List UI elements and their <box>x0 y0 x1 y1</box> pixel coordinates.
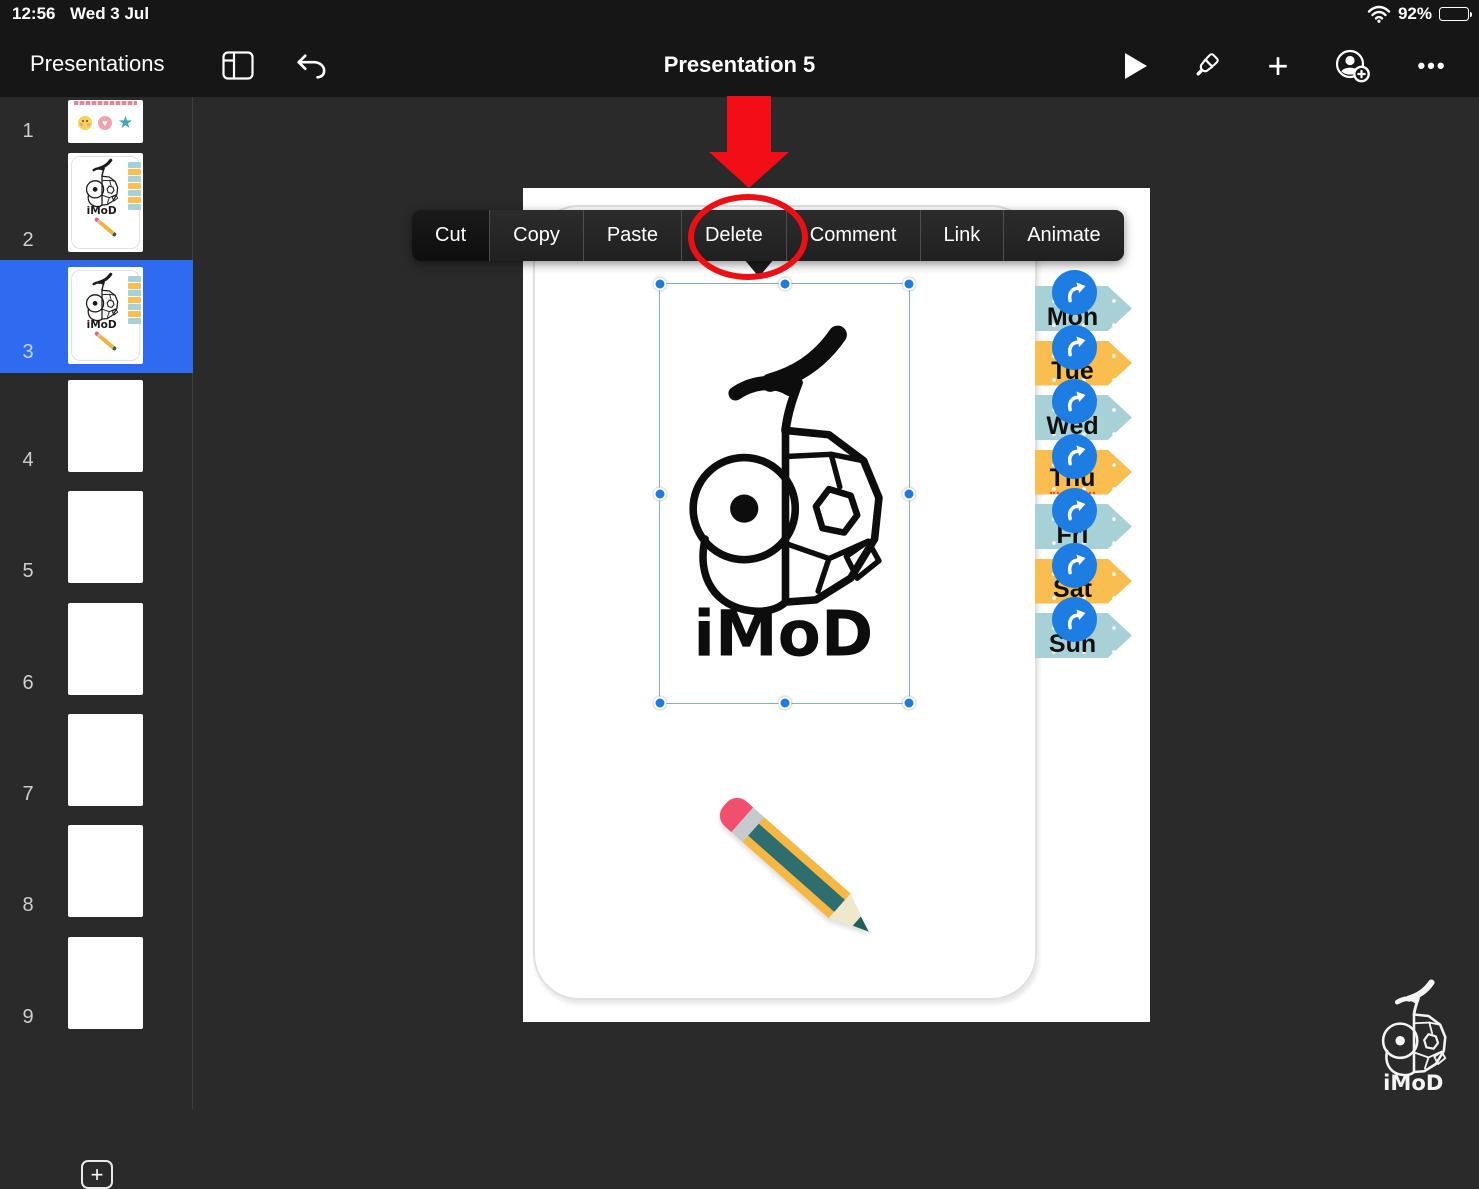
menu-item-copy[interactable]: Copy <box>490 210 584 261</box>
animation-arrow-icon[interactable] <box>1052 488 1097 533</box>
day-tag-sun[interactable]: Sun <box>1035 597 1155 658</box>
slide-number-9: 9 <box>22 1006 34 1028</box>
slide-thumbnail-3[interactable] <box>68 267 143 364</box>
animation-arrow-icon[interactable] <box>1052 542 1097 588</box>
animation-arrow-icon[interactable] <box>1052 433 1097 479</box>
top-bar: 12:56 Wed 3 Jul 92% Presentations Presen… <box>0 0 1479 97</box>
undo-icon[interactable] <box>292 48 328 84</box>
slide-thumbnail-5[interactable] <box>68 491 143 583</box>
slide-thumbnail-9[interactable] <box>68 937 143 1029</box>
animation-arrow-icon[interactable] <box>1052 324 1097 370</box>
slide-number-3: 3 <box>22 341 34 363</box>
menu-item-link[interactable]: Link <box>920 210 1005 261</box>
slide-number-7: 7 <box>22 783 34 805</box>
wifi-icon <box>1367 5 1391 23</box>
slide-canvas[interactable]: MonTueWedThuFriSatSun <box>523 188 1150 1022</box>
selection-handle[interactable] <box>653 696 667 710</box>
imod-watermark <box>1374 975 1454 1097</box>
day-tag-fri[interactable]: Fri <box>1035 488 1155 549</box>
mini-imod-logo <box>82 158 122 216</box>
add-object-icon[interactable]: + <box>1260 48 1296 84</box>
status-time: 12:56 <box>12 4 56 23</box>
slide-thumbnail-4[interactable] <box>68 380 143 472</box>
slide-thumbnail-7[interactable] <box>68 714 143 806</box>
slide-thumbnail-1[interactable]: ♥ ★ <box>68 100 143 143</box>
selected-image-object[interactable] <box>653 277 916 710</box>
slide-number-4: 4 <box>22 449 34 471</box>
day-tag-mon[interactable]: Mon <box>1035 270 1155 331</box>
status-date: Wed 3 Jul <box>70 4 150 23</box>
menu-item-cut[interactable]: Cut <box>412 210 491 261</box>
add-slide-button[interactable]: + <box>81 1160 113 1189</box>
play-icon[interactable] <box>1118 48 1154 84</box>
heart-badge-icon: ♥ <box>97 116 112 130</box>
menu-item-paste[interactable]: Paste <box>583 210 682 261</box>
selection-handle[interactable] <box>902 696 916 710</box>
context-menu: Cut Copy Paste Delete Comment Link Animate <box>412 210 1124 261</box>
mini-day-tags <box>128 276 141 324</box>
selection-handle[interactable] <box>653 277 667 291</box>
status-right-cluster: 92% <box>1367 4 1472 24</box>
star-icon: ★ <box>117 113 134 132</box>
menu-item-animate[interactable]: Animate <box>1004 210 1124 261</box>
emoji-row: ♥ ★ <box>68 113 143 132</box>
slide-number-8: 8 <box>22 894 34 916</box>
slide-thumbnail-2[interactable] <box>68 153 143 252</box>
menu-item-comment[interactable]: Comment <box>786 210 921 261</box>
day-tag-sat[interactable]: Sat <box>1035 542 1155 604</box>
mini-imod-logo <box>82 272 122 330</box>
format-brush-icon[interactable] <box>1188 48 1224 84</box>
day-tag-wed[interactable]: Wed <box>1035 379 1155 440</box>
more-icon[interactable]: ••• <box>1414 48 1450 84</box>
battery-percent: 92% <box>1397 4 1432 23</box>
slide-thumbnail-8[interactable] <box>68 825 143 917</box>
collaborate-icon[interactable] <box>1332 48 1376 84</box>
animation-arrow-icon[interactable] <box>1052 379 1097 424</box>
battery-icon <box>1439 7 1472 21</box>
selection-handle[interactable] <box>778 277 791 291</box>
context-menu-caret <box>744 259 774 277</box>
animation-arrow-icon[interactable] <box>1052 270 1097 315</box>
animation-arrow-icon[interactable] <box>1052 597 1097 642</box>
selection-handle[interactable] <box>653 487 667 500</box>
slide-layout-icon[interactable] <box>220 48 256 84</box>
presentations-back-button[interactable]: Presentations <box>30 51 165 77</box>
slide-number-1: 1 <box>22 120 34 142</box>
slide-number-6: 6 <box>22 672 34 694</box>
slide-thumbnail-6[interactable] <box>68 603 143 695</box>
smiling-face-icon <box>77 116 92 130</box>
day-tag-tue[interactable]: Tue <box>1035 324 1155 386</box>
slide-number-5: 5 <box>22 560 34 582</box>
annotation-red-arrow <box>709 96 789 188</box>
day-tag-thu[interactable]: Thu <box>1035 433 1155 495</box>
slide-number-2: 2 <box>22 229 34 251</box>
menu-item-delete[interactable]: Delete <box>681 210 787 261</box>
slide-navigator: 1 ♥ ★ 2 3 4 5 6 7 8 9 + <box>0 97 193 1189</box>
cropped-title-text <box>74 101 137 105</box>
selection-handle[interactable] <box>778 696 791 710</box>
imod-bird-logo <box>666 288 905 701</box>
selection-handle[interactable] <box>902 487 916 500</box>
selection-handle[interactable] <box>902 277 916 291</box>
mini-day-tags <box>128 162 141 210</box>
